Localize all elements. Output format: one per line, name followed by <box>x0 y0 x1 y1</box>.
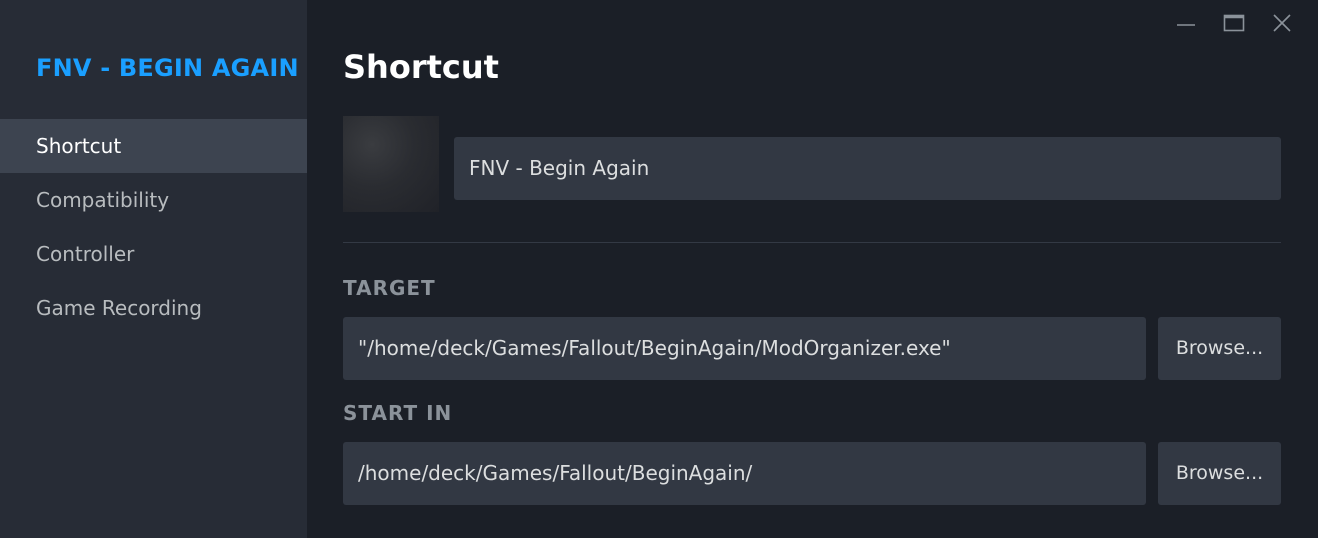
sidebar-item-controller[interactable]: Controller <box>0 227 307 281</box>
divider <box>343 242 1281 243</box>
page-title: Shortcut <box>343 48 499 86</box>
minimize-button[interactable] <box>1162 10 1210 36</box>
properties-window: FNV - BEGIN AGAIN Shortcut Compatibility… <box>0 0 1318 538</box>
shortcut-icon-image[interactable] <box>343 116 439 212</box>
sidebar-item-game-recording[interactable]: Game Recording <box>0 281 307 335</box>
app-title: FNV - BEGIN AGAIN <box>36 54 299 82</box>
window-controls <box>1162 10 1306 36</box>
start-in-browse-button[interactable]: Browse... <box>1158 442 1281 505</box>
shortcut-name-input[interactable]: FNV - Begin Again <box>454 137 1281 200</box>
close-icon <box>1273 14 1291 32</box>
start-in-label: START IN <box>343 401 453 425</box>
target-label: TARGET <box>343 276 436 300</box>
close-button[interactable] <box>1258 10 1306 36</box>
maximize-icon <box>1223 14 1245 32</box>
sidebar-item-compatibility[interactable]: Compatibility <box>0 173 307 227</box>
sidebar: FNV - BEGIN AGAIN Shortcut Compatibility… <box>0 0 307 538</box>
target-input[interactable]: "/home/deck/Games/Fallout/BeginAgain/Mod… <box>343 317 1146 380</box>
target-browse-button[interactable]: Browse... <box>1158 317 1281 380</box>
maximize-button[interactable] <box>1210 10 1258 36</box>
sidebar-nav: Shortcut Compatibility Controller Game R… <box>0 119 307 335</box>
start-in-input[interactable]: /home/deck/Games/Fallout/BeginAgain/ <box>343 442 1146 505</box>
main-panel: Shortcut FNV - Begin Again TARGET "/home… <box>307 0 1318 538</box>
sidebar-item-shortcut[interactable]: Shortcut <box>0 119 307 173</box>
minimize-icon <box>1177 24 1195 26</box>
